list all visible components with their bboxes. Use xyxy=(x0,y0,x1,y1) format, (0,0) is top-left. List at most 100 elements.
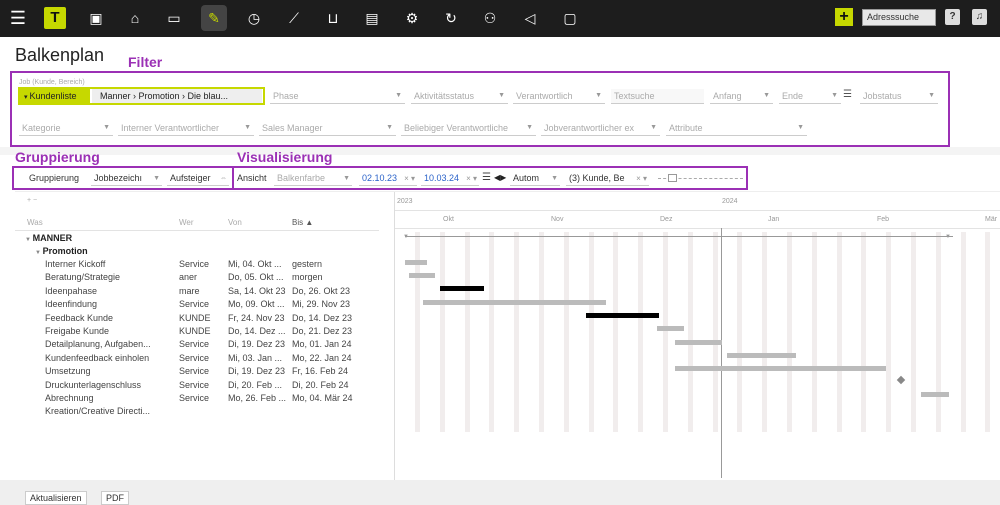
end-date-input[interactable]: 10.03.24 × ▾ xyxy=(421,171,479,186)
zoom-select[interactable]: Autom ▼ xyxy=(510,171,560,186)
gantt-bar[interactable] xyxy=(440,286,484,291)
navigate-arrows-icon[interactable]: ◀▶ xyxy=(494,173,506,182)
task-cell-was[interactable]: Beratung/Strategie xyxy=(45,271,175,284)
jobverantwortlicher-select[interactable]: Jobverantwortlicher ex ▼ xyxy=(541,121,660,136)
balkenfarbe-select[interactable]: Balkenfarbe ▼ xyxy=(274,171,352,186)
task-cell-was[interactable]: Freigabe Kunde xyxy=(45,325,175,338)
summary-end-marker: ▼ xyxy=(945,234,951,240)
task-cell-von: Di, 20. Feb ... xyxy=(228,379,283,390)
zoom-slider-handle[interactable] xyxy=(668,174,677,182)
weekend-stripe xyxy=(687,232,693,432)
weekend-stripe xyxy=(638,232,644,432)
month-label: Nov xyxy=(551,216,564,223)
attribute-label: Attribute xyxy=(669,123,703,133)
logo-icon[interactable]: T xyxy=(44,7,66,29)
gantt-bar[interactable] xyxy=(586,313,659,318)
help-button[interactable]: ? xyxy=(945,9,960,25)
collapse-icon[interactable]: ▼ xyxy=(35,250,43,256)
column-header-wer[interactable]: Wer xyxy=(179,218,194,227)
task-cell-was[interactable]: Umsetzung xyxy=(45,365,175,378)
gantt-bar[interactable] xyxy=(657,326,684,331)
gantt-bar[interactable] xyxy=(921,392,949,397)
clock-icon[interactable]: ◷ xyxy=(244,8,264,28)
megaphone-icon[interactable]: ◁ xyxy=(520,8,540,28)
address-icon[interactable]: ⌂ xyxy=(125,8,145,28)
kundenliste-chip[interactable]: ▾ Kundenliste xyxy=(20,89,90,103)
aktualisieren-button[interactable]: Aktualisieren xyxy=(25,491,87,505)
pdf-button[interactable]: PDF xyxy=(101,491,129,505)
anfang-select[interactable]: Anfang ▼ xyxy=(710,89,773,104)
chart-icon[interactable]: ⟋ xyxy=(284,8,304,28)
weekend-stripe xyxy=(762,232,768,432)
task-cell-von xyxy=(228,405,290,418)
job-value-chip[interactable]: Manner › Promotion › Die blau... xyxy=(92,89,262,103)
task-cell-was[interactable]: Kundenfeedback einholen xyxy=(45,352,175,365)
gantt-bar[interactable] xyxy=(405,260,427,265)
task-cell-bis: Di, 20. Feb 24 xyxy=(292,379,349,390)
gantt-bar[interactable] xyxy=(423,300,606,305)
gantt-bar[interactable] xyxy=(409,273,435,278)
sales-manager-select[interactable]: Sales Manager ▼ xyxy=(259,121,396,136)
gantt-bar[interactable] xyxy=(727,353,796,358)
phase-select[interactable]: Phase ▼ xyxy=(270,89,405,104)
list-icon[interactable]: ☰ xyxy=(482,172,491,183)
weekend-stripe xyxy=(663,232,668,432)
calendar-icon[interactable]: ▣ xyxy=(86,8,106,28)
gear-icon[interactable]: ⚙ xyxy=(402,8,422,28)
cart-icon[interactable]: ⊔ xyxy=(323,8,343,28)
group-row-promotion[interactable]: ▼ Promotion xyxy=(35,245,88,258)
notification-bell-icon[interactable]: ♫ xyxy=(972,9,987,25)
task-cell-was[interactable]: Detailplanung, Aufgaben... xyxy=(45,338,175,351)
footer-bar: Aktualisieren PDF xyxy=(0,480,1000,505)
textsuche-input[interactable]: Textsuche xyxy=(611,89,704,104)
clear-icon[interactable]: × ▾ xyxy=(636,171,647,185)
column-header-von[interactable]: Von xyxy=(228,218,242,227)
jobstatus-select[interactable]: Jobstatus ▼ xyxy=(860,89,938,104)
task-cell-bis: gestern xyxy=(292,259,323,269)
weekend-stripe xyxy=(911,232,916,432)
weekend-stripe xyxy=(712,232,718,432)
task-icon[interactable]: ✎ xyxy=(204,8,224,28)
task-cell-was[interactable]: Ideenfindung xyxy=(45,298,175,311)
task-cell-wer: Service xyxy=(179,379,210,390)
list-icon[interactable]: ☰ xyxy=(843,89,852,100)
chat-icon[interactable]: ▢ xyxy=(560,8,580,28)
people-icon[interactable]: ⚇ xyxy=(480,8,500,28)
clear-icon[interactable]: × ▾ xyxy=(466,171,477,185)
gantt-bar[interactable] xyxy=(675,340,722,345)
folder-icon[interactable]: ▭ xyxy=(164,8,184,28)
year-label: 2024 xyxy=(722,198,738,205)
start-date-input[interactable]: 02.10.23 × ▾ xyxy=(359,171,417,186)
aktivitaetsstatus-select[interactable]: Aktivitätsstatus ▼ xyxy=(411,89,508,104)
document-icon[interactable]: ▤ xyxy=(362,8,382,28)
column-header-was[interactable]: Was xyxy=(27,218,43,227)
menu-icon[interactable]: ☰ xyxy=(8,8,28,28)
interner-verantwortlicher-select[interactable]: Interner Verantwortlicher ▼ xyxy=(118,121,254,136)
milestone-marker[interactable] xyxy=(896,375,906,385)
task-cell-was[interactable]: Kreation/Creative Directi... xyxy=(45,405,175,418)
task-cell-bis: Mo, 22. Jan 24 xyxy=(292,352,352,363)
group-row-manner[interactable]: ▼ MANNER xyxy=(25,232,72,245)
task-cell-was[interactable]: Druckunterlagenschluss xyxy=(45,379,175,392)
gantt-bar[interactable] xyxy=(675,366,886,371)
column-header-bis[interactable]: Bis ▲ xyxy=(292,218,313,227)
task-cell-was[interactable]: Feedback Kunde xyxy=(45,312,175,325)
clear-icon[interactable]: × ▾ xyxy=(404,171,415,185)
ende-select[interactable]: Ende ▼ xyxy=(779,89,841,104)
task-cell-was[interactable]: Abrechnung xyxy=(45,392,175,405)
level-select[interactable]: (3) Kunde, Be × ▾ xyxy=(566,171,649,186)
verantwortlich-select[interactable]: Verantwortlich ▼ xyxy=(513,89,605,104)
attribute-select[interactable]: Attribute ▼ xyxy=(666,121,807,136)
task-cell-was[interactable]: Ideenpahase xyxy=(45,285,175,298)
sort-select[interactable]: Aufsteiger ⇔ xyxy=(167,171,229,186)
grouping-select[interactable]: Jobbezeichı ▼ xyxy=(91,171,162,186)
expand-collapse-icon[interactable]: + − xyxy=(27,197,37,204)
task-cell-was[interactable]: Interner Kickoff xyxy=(45,258,175,271)
address-search-input[interactable]: Adresssuche xyxy=(862,9,936,26)
month-label: Mär xyxy=(985,216,998,223)
beliebiger-verantwortlicher-select[interactable]: Beliebiger Verantwortliche ▼ xyxy=(401,121,536,136)
refresh-icon[interactable]: ↻ xyxy=(441,8,461,28)
kategorie-select[interactable]: Kategorie ▼ xyxy=(19,121,113,136)
add-icon[interactable]: + xyxy=(835,8,853,26)
collapse-icon[interactable]: ▼ xyxy=(25,237,33,243)
